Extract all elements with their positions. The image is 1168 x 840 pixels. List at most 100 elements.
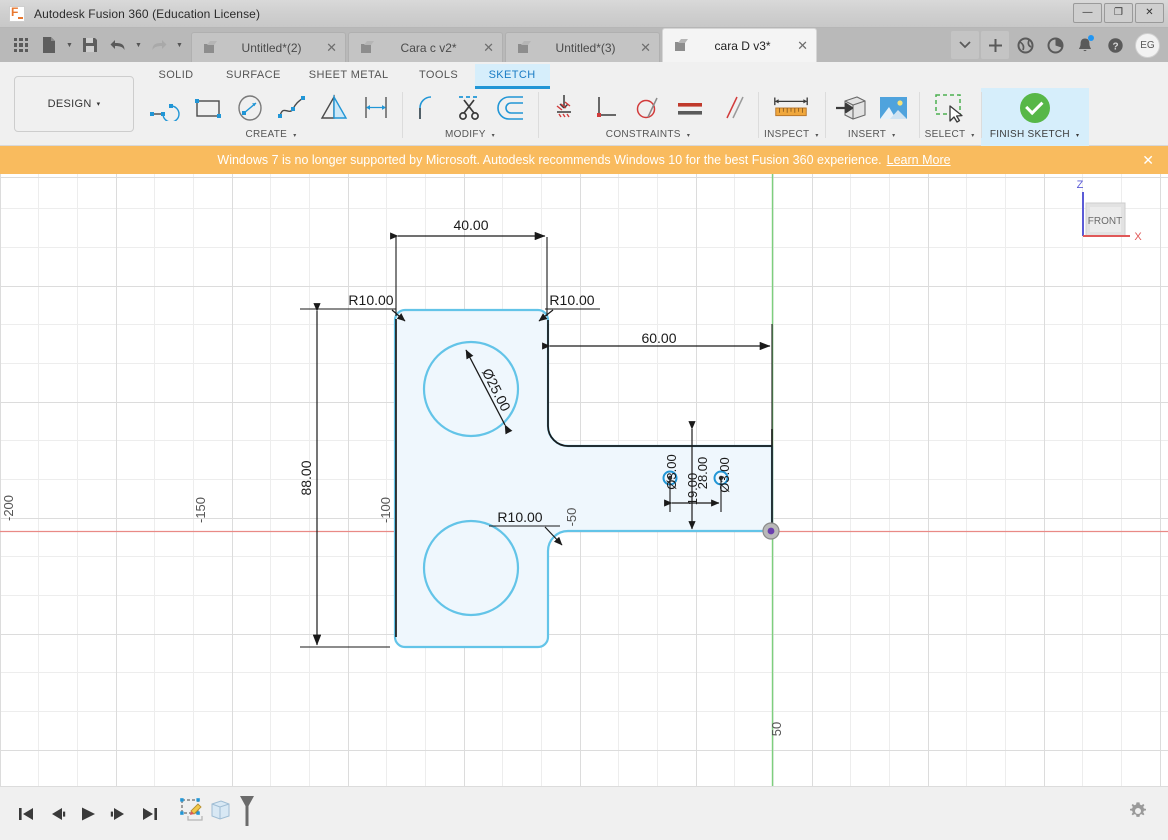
dimension-small-hole-right-label[interactable]: Ø3.00 <box>717 457 732 492</box>
document-tab-close[interactable]: ✕ <box>326 41 337 54</box>
dimension-height-88-label[interactable]: 88.00 <box>298 460 314 495</box>
undo-caret[interactable]: ▼ <box>133 31 144 59</box>
equal-constraint-button[interactable] <box>670 89 710 127</box>
skip-start-icon <box>17 806 35 822</box>
document-tab-close[interactable]: ✕ <box>797 39 808 52</box>
clock-icon <box>1047 37 1064 54</box>
selection-cursor-icon <box>931 92 969 124</box>
tab-surface[interactable]: SURFACE <box>212 64 295 86</box>
tab-tools[interactable]: TOOLS <box>403 64 475 86</box>
rectangle-tool-button[interactable] <box>188 89 228 127</box>
tab-overflow-button[interactable] <box>951 31 979 59</box>
tab-sketch[interactable]: SKETCH <box>475 64 550 89</box>
offset-slot-icon <box>495 94 529 122</box>
timeline-settings-button[interactable] <box>1128 801 1148 826</box>
step-forward-icon <box>110 806 128 822</box>
user-avatar[interactable]: EG <box>1135 33 1160 58</box>
document-tab-close[interactable]: ✕ <box>640 41 651 54</box>
go-to-start-button[interactable] <box>16 804 36 824</box>
timeline-marker-icon <box>236 794 258 828</box>
finish-sketch-label: FINISH SKETCH <box>990 129 1070 140</box>
fusion-logo-icon <box>9 6 25 22</box>
banner-close-button[interactable]: ✕ <box>1142 152 1154 169</box>
ribbon-group-insert: INSERT ▾ <box>825 88 919 146</box>
sketch-origin-inner <box>768 528 775 535</box>
globe-icon <box>1017 37 1034 54</box>
tab-sheet-metal[interactable]: SHEET METAL <box>295 64 403 86</box>
measure-tool-button[interactable] <box>771 89 811 127</box>
play-button[interactable] <box>78 804 98 824</box>
ruler-measure-icon <box>771 93 811 123</box>
dimension-small-hole-left-label[interactable]: Ø3.00 <box>664 454 679 489</box>
document-tab-3-active[interactable]: cara D v3* ✕ <box>662 28 817 62</box>
tangent-constraint-button[interactable] <box>628 89 668 127</box>
viewcube[interactable]: FRONT Z X <box>1077 179 1143 243</box>
redo-button[interactable] <box>146 31 172 59</box>
mirror-tool-button[interactable] <box>314 89 354 127</box>
help-button[interactable]: ? <box>1101 30 1129 60</box>
dimension-hole-horizontal-spacing-label[interactable]: 19.00 <box>685 473 700 506</box>
perpendicular-constraint-button[interactable] <box>586 89 626 127</box>
grid-label--100: -100 <box>378 497 393 523</box>
document-cube-icon <box>204 41 217 54</box>
dimension-fillet-top-right-label[interactable]: R10.00 <box>549 292 594 308</box>
restore-button[interactable]: ❐ <box>1104 3 1133 23</box>
dimension-fillet-top-left-label[interactable]: R10.00 <box>348 292 393 308</box>
go-to-end-button[interactable] <box>140 804 160 824</box>
title-bar: Autodesk Fusion 360 (Education License) … <box>0 0 1168 28</box>
minimize-button[interactable]: — <box>1073 3 1102 23</box>
new-file-caret[interactable]: ▼ <box>64 31 75 59</box>
data-panel-button[interactable] <box>1011 30 1039 60</box>
perpendicular-icon <box>591 93 621 123</box>
app-grid-button[interactable] <box>8 31 34 59</box>
document-tab-1[interactable]: Cara c v2* ✕ <box>348 32 503 62</box>
insert-derive-button[interactable] <box>831 89 871 127</box>
step-back-button[interactable] <box>47 804 67 824</box>
document-cube-icon <box>675 39 688 52</box>
document-tab-0[interactable]: Untitled*(2) ✕ <box>191 32 346 62</box>
document-tab-2[interactable]: Untitled*(3) ✕ <box>505 32 660 62</box>
new-tab-button[interactable] <box>981 31 1009 59</box>
coincident-constraint-button[interactable] <box>544 89 584 127</box>
dimension-length-60-label[interactable]: 60.00 <box>641 330 676 346</box>
image-canvas-icon <box>876 93 910 123</box>
job-status-button[interactable] <box>1041 30 1069 60</box>
offset-tool-button[interactable] <box>492 89 532 127</box>
line-tool-button[interactable] <box>146 89 186 127</box>
redo-caret[interactable]: ▼ <box>174 31 185 59</box>
timeline-sketch-feature[interactable] <box>178 796 206 831</box>
save-button[interactable] <box>77 31 103 59</box>
step-forward-button[interactable] <box>109 804 129 824</box>
undo-button[interactable] <box>105 31 131 59</box>
close-button[interactable]: ✕ <box>1135 3 1164 23</box>
tab-solid[interactable]: SOLID <box>140 64 212 86</box>
parallel-constraint-button[interactable] <box>712 89 752 127</box>
notifications-button[interactable] <box>1071 30 1099 60</box>
finish-sketch-button[interactable] <box>1015 89 1055 127</box>
spline-tool-button[interactable] <box>272 89 312 127</box>
sketch-canvas[interactable]: 40.00 R10.00 R10.00 60.00 <box>0 174 1168 786</box>
document-tab-label: Untitled*(3) <box>538 41 633 55</box>
finish-sketch-group[interactable]: FINISH SKETCH ▾ <box>981 88 1089 146</box>
sketch-dimension-button[interactable] <box>356 89 396 127</box>
timeline-marker[interactable] <box>236 794 258 833</box>
document-tab-close[interactable]: ✕ <box>483 41 494 54</box>
workspace-selector[interactable]: DESIGN ▾ <box>14 76 134 132</box>
ribbon-group-modify-label: MODIFY <box>445 129 486 140</box>
timeline-extrude-feature[interactable] <box>208 796 234 831</box>
dimension-fillet-bottom-label[interactable]: R10.00 <box>497 509 542 525</box>
insert-canvas-button[interactable] <box>873 89 913 127</box>
new-file-button[interactable] <box>36 31 62 59</box>
select-window-button[interactable] <box>930 89 970 127</box>
banner-learn-more-link[interactable]: Learn More <box>887 153 951 167</box>
chevron-down-icon: ▾ <box>492 133 495 139</box>
circle-tool-button[interactable] <box>230 89 270 127</box>
tangent-circle-icon <box>633 93 663 123</box>
fillet-tool-button[interactable] <box>408 89 448 127</box>
chevron-down-icon: ▾ <box>815 133 818 139</box>
sketch-feature-icon <box>178 796 206 826</box>
trim-tool-button[interactable] <box>450 89 490 127</box>
ribbon-group-create-label: CREATE <box>245 129 287 140</box>
dimension-width-40-label[interactable]: 40.00 <box>453 217 488 233</box>
ribbon-group-modify: MODIFY ▾ <box>402 88 538 146</box>
